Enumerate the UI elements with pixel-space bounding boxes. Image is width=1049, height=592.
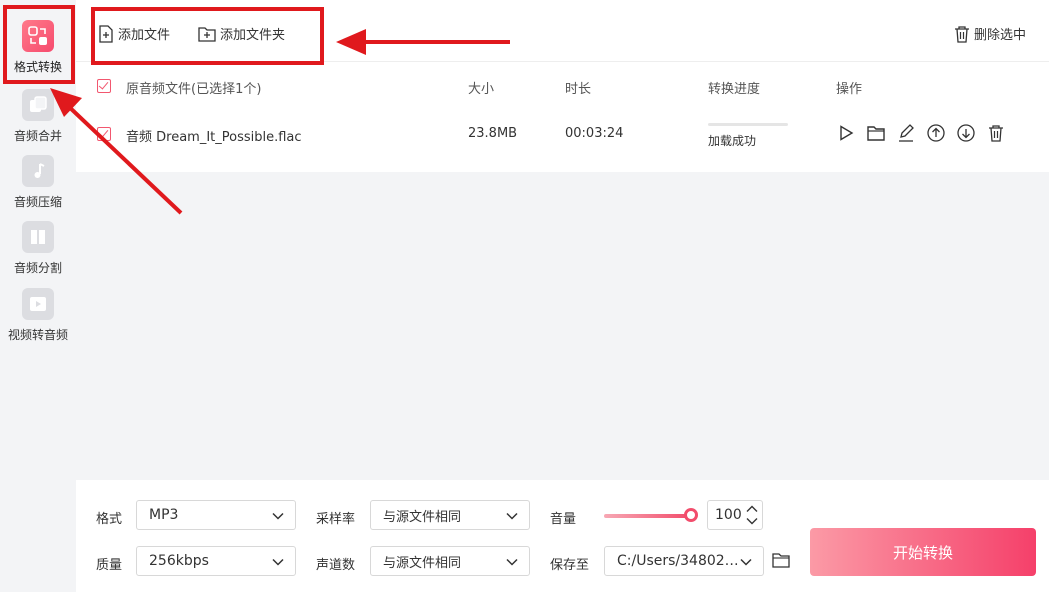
save-path-select[interactable]: C:/Users/34802/... [604, 546, 764, 576]
delete-selected-label: 删除选中 [974, 28, 1027, 43]
audio-split-icon [22, 221, 54, 253]
sidebar-item-label: 视频转音频 [7, 328, 68, 342]
select-all-checkbox[interactable] [97, 79, 111, 93]
format-convert-icon [22, 20, 54, 52]
settings-panel: 格式 MP3 质量 256kbps 采样率 与源文件相同 声道数 与源文件相同 … [76, 480, 1049, 592]
quality-select[interactable]: 256kbps [136, 546, 296, 576]
volume-label: 音量 [550, 512, 577, 527]
volume-stepper[interactable] [746, 504, 758, 526]
sidebar-item-label: 音频分割 [13, 261, 62, 275]
row-status: 加载成功 [708, 134, 757, 148]
quality-label: 质量 [96, 558, 123, 573]
add-folder-button[interactable]: 添加文件夹 [198, 24, 285, 43]
format-label: 格式 [96, 512, 123, 527]
sample-rate-label: 采样率 [316, 512, 356, 527]
header-duration: 时长 [565, 82, 592, 97]
sidebar-item-label: 音频压缩 [13, 195, 62, 209]
chevron-down-icon [740, 558, 752, 566]
row-actions [836, 123, 1006, 143]
sidebar: 格式转换 音频合并 音频压缩 音频分割 视频转音频 [0, 0, 76, 592]
open-folder-icon[interactable] [866, 123, 886, 143]
header-size: 大小 [468, 82, 495, 97]
add-file-label: 添加文件 [118, 28, 171, 43]
sidebar-item-audio-merge[interactable]: 音频合并 [0, 89, 76, 151]
sample-rate-select[interactable]: 与源文件相同 [370, 500, 530, 530]
row-progress-bar [708, 123, 788, 126]
header-actions: 操作 [836, 82, 863, 97]
add-folder-label: 添加文件夹 [220, 28, 286, 43]
row-file-name: 音频 Dream_It_Possible.flac [126, 130, 302, 145]
volume-slider-thumb[interactable] [684, 508, 698, 522]
sidebar-item-label: 格式转换 [13, 60, 62, 74]
sidebar-item-audio-compress[interactable]: 音频压缩 [0, 155, 76, 217]
volume-input[interactable]: 100 [707, 500, 763, 530]
file-table: 原音频文件(已选择1个) 大小 时长 转换进度 操作 音频 Dream_It_P… [76, 62, 1049, 480]
channels-value: 与源文件相同 [383, 555, 462, 571]
format-value: MP3 [149, 507, 179, 523]
sidebar-item-video-to-audio[interactable]: 视频转音频 [0, 288, 76, 350]
chevron-down-icon [506, 558, 518, 566]
browse-folder-icon[interactable] [772, 552, 790, 572]
audio-merge-icon [22, 89, 54, 121]
volume-value: 100 [715, 507, 742, 523]
add-file-button[interactable]: 添加文件 [98, 24, 170, 43]
quality-value: 256kbps [149, 553, 209, 569]
chevron-down-icon [506, 512, 518, 520]
sidebar-item-label: 音频合并 [13, 129, 62, 143]
move-down-icon[interactable] [956, 123, 976, 143]
add-folder-icon [198, 26, 216, 42]
chevron-down-icon [272, 558, 284, 566]
play-icon[interactable] [836, 123, 856, 143]
sample-rate-value: 与源文件相同 [383, 509, 462, 525]
delete-selected-button[interactable]: 删除选中 [954, 24, 1026, 43]
chevron-down-icon [272, 512, 284, 520]
sidebar-item-format-convert[interactable]: 格式转换 [0, 20, 76, 82]
format-select[interactable]: MP3 [136, 500, 296, 530]
save-to-label: 保存至 [550, 558, 590, 573]
move-up-icon[interactable] [926, 123, 946, 143]
table-header: 原音频文件(已选择1个) 大小 时长 转换进度 操作 [76, 62, 1049, 110]
header-file: 原音频文件(已选择1个) [126, 82, 262, 97]
add-file-icon [98, 24, 114, 43]
row-checkbox[interactable] [97, 127, 111, 141]
chevron-up-icon[interactable] [746, 504, 758, 514]
channels-select[interactable]: 与源文件相同 [370, 546, 530, 576]
video-to-audio-icon [22, 288, 54, 320]
trash-icon [954, 25, 970, 43]
audio-compress-icon [22, 155, 54, 187]
row-file-size: 23.8MB [468, 126, 518, 141]
row-duration: 00:03:24 [565, 126, 624, 141]
toolbar: 添加文件 添加文件夹 删除选中 [76, 0, 1049, 62]
channels-label: 声道数 [316, 558, 356, 573]
edit-icon[interactable] [896, 123, 916, 143]
volume-slider-track[interactable] [604, 514, 690, 518]
delete-row-icon[interactable] [986, 123, 1006, 143]
start-convert-button[interactable]: 开始转换 [810, 528, 1036, 576]
sidebar-item-audio-split[interactable]: 音频分割 [0, 221, 76, 283]
table-row[interactable]: 音频 Dream_It_Possible.flac 23.8MB 00:03:2… [76, 110, 1049, 172]
save-path-value: C:/Users/34802/... [617, 553, 739, 569]
header-progress: 转换进度 [708, 82, 761, 97]
chevron-down-icon[interactable] [746, 516, 758, 526]
